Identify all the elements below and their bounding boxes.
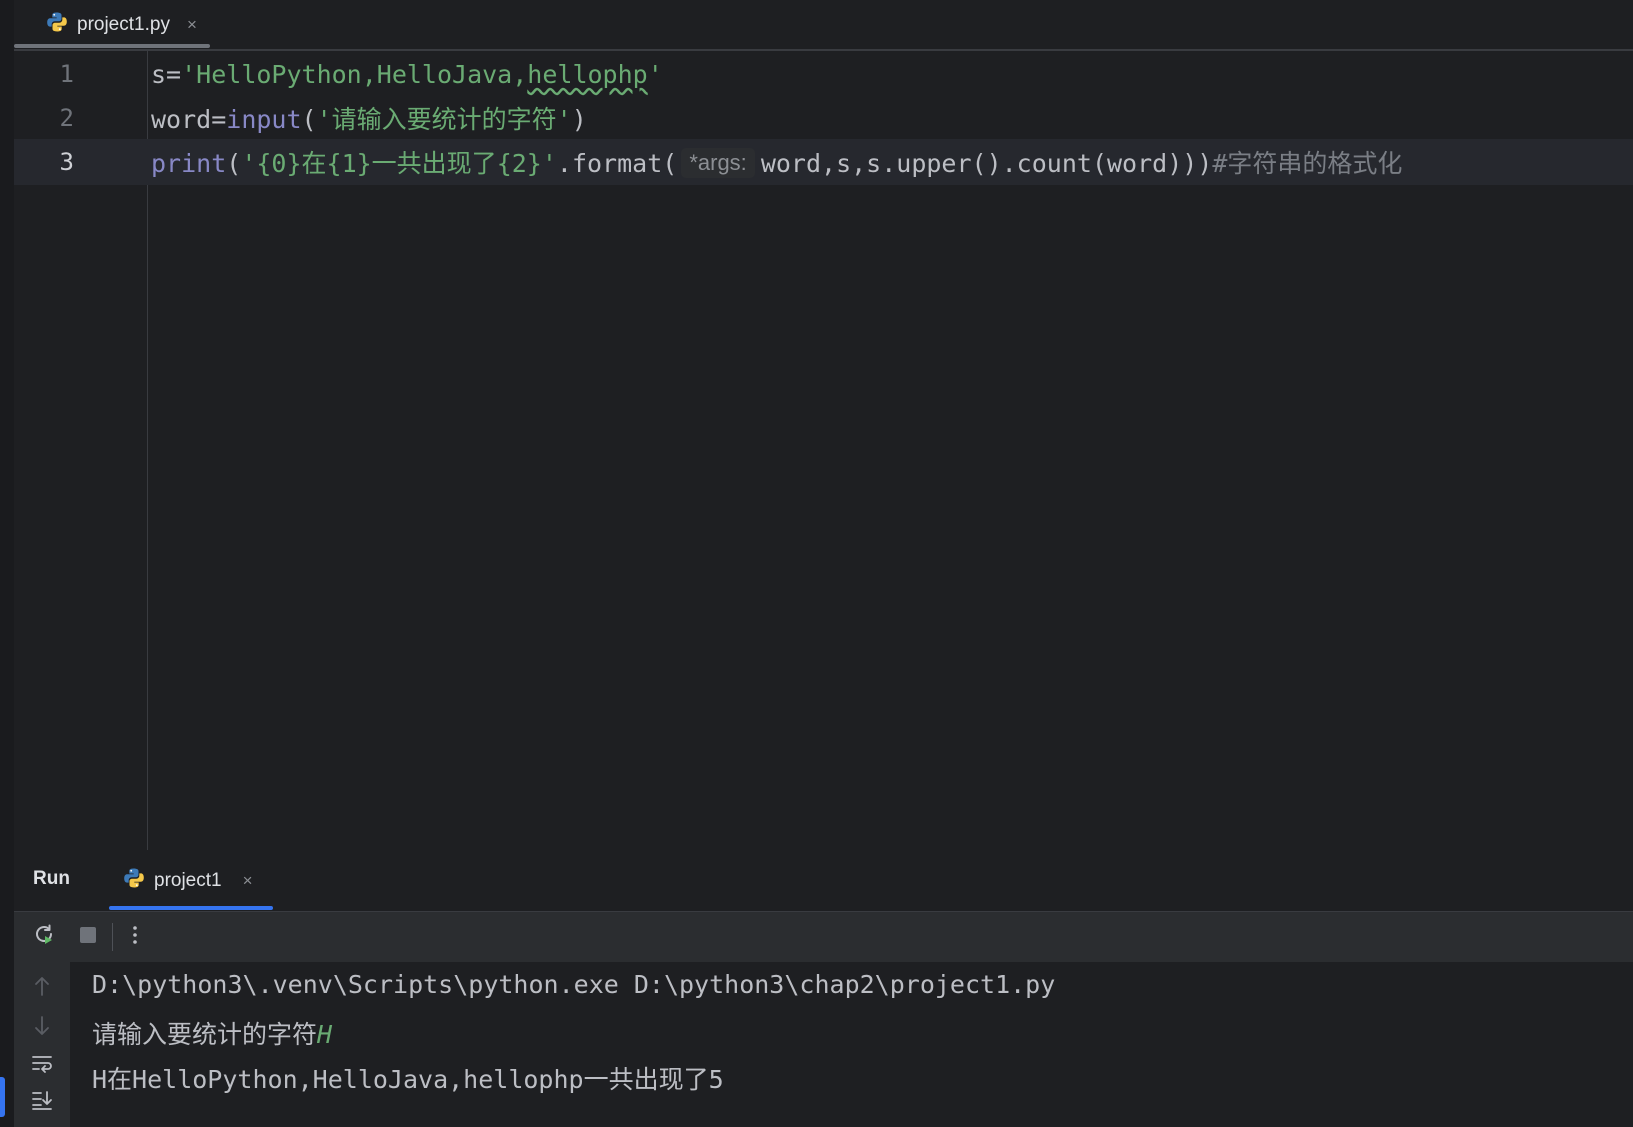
- line-number: 2: [59, 104, 74, 132]
- toolbar-separator: [112, 923, 113, 951]
- code-token: word=: [151, 105, 227, 134]
- code-token: .format(: [556, 149, 678, 178]
- code-token: s=: [151, 59, 182, 89]
- editor-tab-label: project1.py: [77, 13, 170, 35]
- stop-icon: [78, 925, 98, 950]
- code-line-3[interactable]: 3 print('{0}在{1}一共出现了{2}'.format(*args: w…: [14, 139, 1633, 185]
- console-line-result: H在HelloPython,HelloJava,hellophp一共出现了5: [92, 1065, 724, 1094]
- line-number: 1: [59, 60, 74, 88]
- active-tool-indicator: [0, 1077, 5, 1117]
- code-token: ): [571, 105, 587, 134]
- code-token: (: [301, 105, 317, 134]
- run-panel-header: Run project1 ×: [14, 850, 1633, 912]
- scroll-to-end-button[interactable]: [28, 1088, 56, 1116]
- run-panel: Run project1 × D:\python3\.venv\Scripts\…: [14, 850, 1633, 1127]
- active-tab-underline: [14, 44, 210, 48]
- scroll-down-button[interactable]: [28, 1014, 56, 1042]
- run-side-toolbar: [14, 962, 70, 1127]
- run-toolbar: [14, 912, 1633, 962]
- close-run-tab-icon[interactable]: ×: [243, 871, 253, 891]
- scroll-up-button[interactable]: [28, 974, 56, 1002]
- code-token: word,s,s.upper().count(word))): [760, 149, 1213, 178]
- console-line-prompt: 请输入要统计的字符H: [92, 1015, 332, 1051]
- code-string: ': [647, 59, 663, 89]
- code-editor[interactable]: 1 s='HelloPython,HelloJava,hellophp' 2 w…: [14, 51, 1633, 850]
- code-text: s='HelloPython,HelloJava,hellophp': [151, 60, 663, 89]
- run-tab-underline: [109, 906, 273, 910]
- more-icon: [125, 924, 145, 951]
- scroll-to-end-icon: [30, 1089, 54, 1116]
- arrow-up-icon: [32, 975, 52, 1002]
- code-token: (: [226, 149, 242, 178]
- code-comment: #字符串的格式化: [1212, 149, 1403, 178]
- code-string: 'HelloPython,HelloJava,: [181, 59, 528, 89]
- run-panel-title: Run: [33, 868, 70, 889]
- rerun-button[interactable]: [30, 923, 58, 951]
- code-builtin: input: [226, 105, 302, 134]
- arrow-down-icon: [32, 1015, 52, 1042]
- code-builtin: print: [151, 149, 227, 178]
- python-file-icon: [46, 11, 68, 38]
- code-string-typo: hellophp: [527, 59, 648, 89]
- console-prompt-text: 请输入要统计的字符: [92, 1020, 318, 1049]
- soft-wrap-icon: [30, 1053, 54, 1080]
- console-user-input: H: [317, 1020, 333, 1049]
- python-run-icon: [123, 867, 145, 894]
- code-text: word=input('请输入要统计的字符'): [151, 100, 587, 136]
- soft-wrap-button[interactable]: [28, 1052, 56, 1080]
- editor-tab-project1[interactable]: project1.py ×: [30, 0, 213, 49]
- run-tab-project1[interactable]: project1 ×: [109, 850, 267, 911]
- console-line-command: D:\python3\.venv\Scripts\python.exe D:\p…: [92, 970, 1056, 999]
- parameter-hint: *args:: [681, 148, 755, 178]
- code-string: '请输入要统计的字符': [316, 105, 572, 134]
- console-output[interactable]: D:\python3\.venv\Scripts\python.exe D:\p…: [70, 962, 1633, 1127]
- code-line-1[interactable]: 1 s='HelloPython,HelloJava,hellophp': [14, 51, 1633, 97]
- left-tool-strip: [0, 0, 14, 1127]
- line-number: 3: [59, 148, 74, 176]
- more-options-button[interactable]: [121, 923, 149, 951]
- rerun-icon: [32, 923, 56, 952]
- code-line-2[interactable]: 2 word=input('请输入要统计的字符'): [14, 95, 1633, 141]
- editor-tab-bar: project1.py ×: [14, 0, 1633, 51]
- close-tab-icon[interactable]: ×: [187, 15, 197, 35]
- run-tab-label: project1: [154, 869, 222, 891]
- stop-button[interactable]: [74, 923, 102, 951]
- code-text: print('{0}在{1}一共出现了{2}'.format(*args: wor…: [151, 144, 1402, 180]
- code-string: '{0}在{1}一共出现了{2}': [241, 149, 557, 178]
